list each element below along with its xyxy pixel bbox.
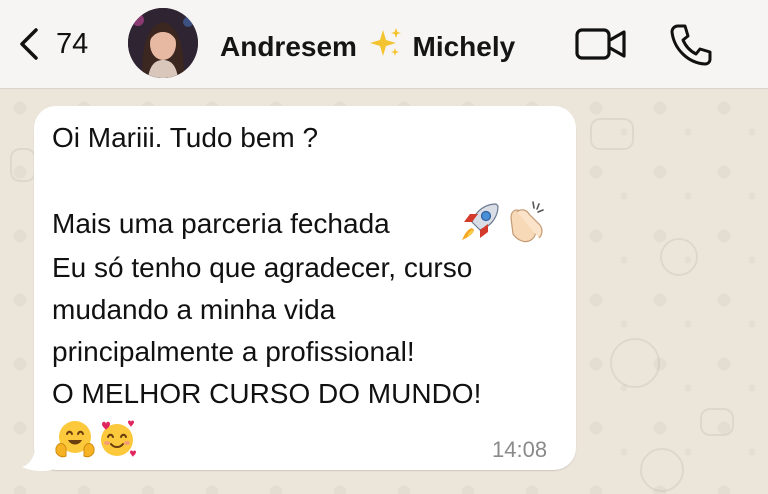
bubble-tail bbox=[22, 446, 52, 471]
wallpaper-doodle bbox=[640, 448, 684, 492]
unread-count: 74 bbox=[56, 28, 89, 60]
message-bubble[interactable] bbox=[34, 106, 576, 470]
message-line: Mais uma parceria fechada bbox=[52, 204, 390, 244]
chevron-left-icon bbox=[20, 28, 38, 60]
wallpaper-doodle bbox=[590, 118, 634, 150]
hugging-face-emoji bbox=[55, 421, 95, 458]
avatar-image bbox=[128, 8, 198, 78]
smiling-face-with-hearts-emoji bbox=[101, 420, 136, 457]
wallpaper-doodle bbox=[700, 408, 734, 436]
message-timestamp: 14:08 bbox=[492, 437, 548, 462]
back-button[interactable]: 74 bbox=[16, 26, 88, 62]
wallpaper-doodle bbox=[10, 148, 36, 182]
video-camera-icon bbox=[575, 28, 626, 60]
clapping-hands-emoji bbox=[510, 201, 544, 243]
contact-name[interactable]: Andresem Michely bbox=[220, 26, 515, 65]
message-line: O MELHOR CURSO DO MUNDO! bbox=[52, 378, 482, 409]
message-line-text: Mais uma parceria fechada bbox=[52, 208, 390, 239]
sparkles-icon bbox=[369, 28, 401, 56]
message-line: mudando a minha vida bbox=[52, 294, 336, 325]
video-call-button[interactable] bbox=[574, 22, 628, 71]
contact-name-first: Andresem bbox=[220, 31, 357, 62]
chat-screen: 74 Andresem Michely Oi Mariii. Tudo bem … bbox=[0, 0, 768, 494]
contact-name-last: Michely bbox=[412, 31, 516, 62]
wallpaper-doodle bbox=[610, 338, 660, 388]
message-line: principalmente a profissional! bbox=[52, 336, 415, 367]
phone-icon bbox=[670, 24, 712, 66]
voice-call-button[interactable] bbox=[668, 22, 714, 73]
message-line: Eu só tenho que agradecer, curso bbox=[52, 252, 473, 283]
wallpaper-doodle bbox=[660, 238, 698, 276]
avatar[interactable] bbox=[128, 8, 198, 78]
rocket-emoji bbox=[462, 203, 499, 240]
chat-header: 74 Andresem Michely bbox=[0, 0, 768, 89]
message-line-greeting: Oi Mariii. Tudo bem ? bbox=[52, 122, 319, 153]
